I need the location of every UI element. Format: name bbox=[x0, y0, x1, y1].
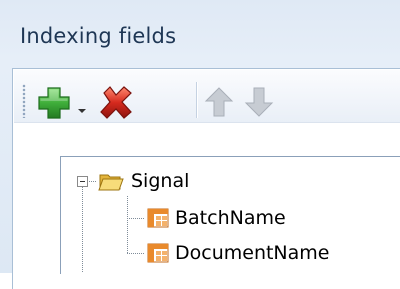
field-icon bbox=[147, 208, 169, 228]
folder-icon bbox=[98, 174, 124, 191]
tree-connector bbox=[127, 218, 145, 219]
move-down-button[interactable] bbox=[244, 86, 274, 118]
collapse-toggle[interactable] bbox=[77, 176, 88, 187]
panel-title: Indexing fields bbox=[20, 24, 177, 48]
delete-field-button[interactable] bbox=[98, 84, 134, 120]
tree-connector bbox=[127, 196, 128, 254]
move-up-button[interactable] bbox=[204, 86, 234, 118]
tree-node-label: DocumentName bbox=[175, 242, 330, 264]
tree-connector bbox=[82, 187, 83, 273]
add-field-button[interactable] bbox=[36, 86, 72, 120]
tree-node-label: BatchName bbox=[175, 207, 286, 229]
tree-connector bbox=[89, 181, 97, 182]
field-icon bbox=[147, 243, 169, 263]
toolbar-grip[interactable] bbox=[22, 84, 26, 118]
plus-icon bbox=[38, 87, 70, 119]
add-dropdown-button[interactable] bbox=[77, 100, 87, 113]
arrow-up-icon bbox=[204, 87, 234, 117]
tree-connector bbox=[127, 253, 145, 254]
tree-node-label: Signal bbox=[131, 170, 190, 192]
toolbar-separator bbox=[196, 82, 198, 118]
chevron-down-icon bbox=[78, 109, 86, 113]
arrow-down-icon bbox=[244, 87, 274, 117]
red-x-icon bbox=[100, 86, 132, 119]
